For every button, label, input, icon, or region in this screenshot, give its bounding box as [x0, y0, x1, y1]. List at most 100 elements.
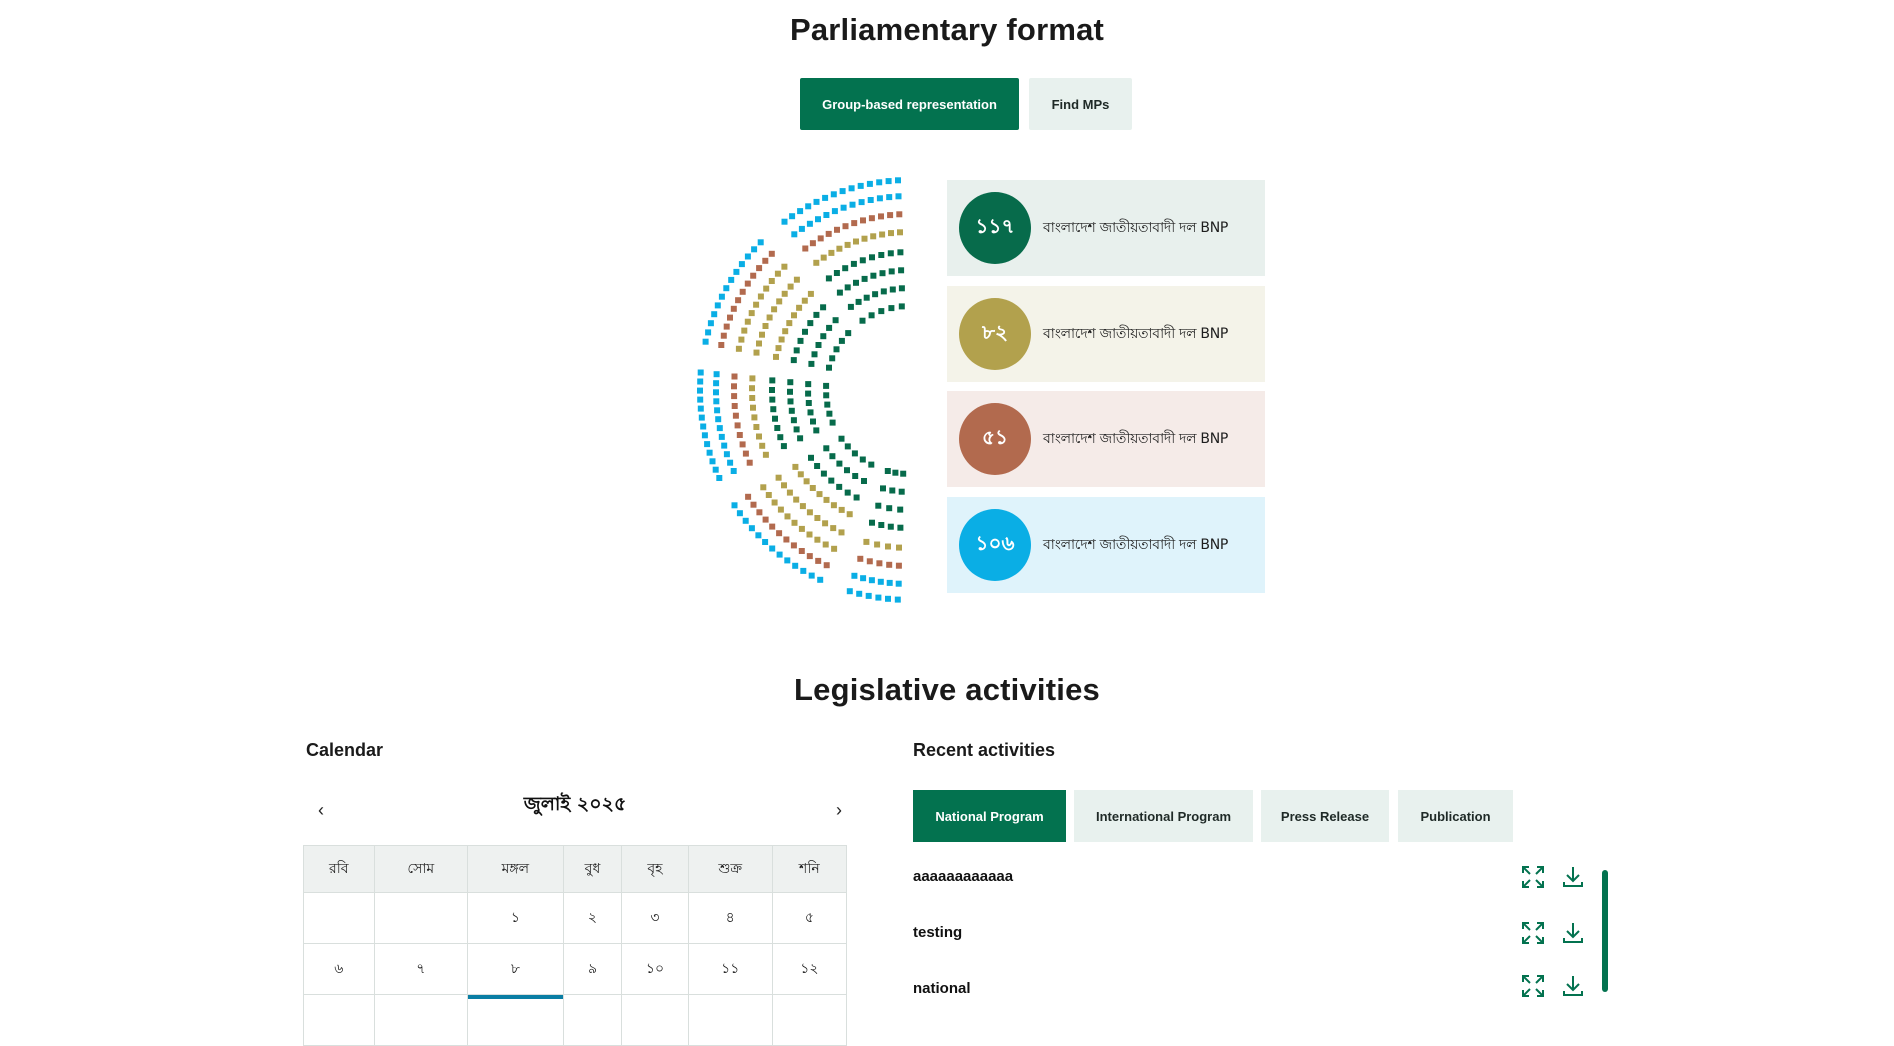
calendar-day[interactable]: ৬: [303, 943, 375, 995]
seat: [875, 502, 882, 509]
seat: [757, 239, 764, 246]
calendar-day[interactable]: ৪: [687, 892, 773, 944]
seat: [705, 329, 712, 336]
seat: [757, 293, 764, 300]
seat: [806, 553, 813, 560]
party-card-2[interactable]: ৮২ বাংলাদেশ জাতীয়তাবাদী দল BNP: [947, 286, 1265, 382]
calendar-day[interactable]: [687, 994, 773, 1046]
calendar-day[interactable]: ২: [562, 892, 623, 944]
calendar-grid: রবি সোম মঙ্গল বুধ বৃহ শুক্র শনি ১ ২ ৩ ৪ …: [303, 845, 848, 1046]
seat: [768, 278, 775, 284]
calendar-day[interactable]: [373, 994, 469, 1046]
calendar-day[interactable]: ১: [467, 892, 564, 944]
calendar-day[interactable]: ১০: [621, 943, 689, 995]
seat: [749, 385, 755, 392]
calendar-day[interactable]: [373, 892, 469, 944]
calendar-day[interactable]: [621, 994, 689, 1046]
seat: [766, 314, 773, 321]
seat: [866, 180, 873, 187]
seat: [895, 193, 902, 200]
seat: [731, 373, 738, 380]
seat: [815, 557, 822, 564]
calendar-day[interactable]: ১২: [771, 943, 848, 995]
seat: [791, 312, 797, 319]
calendar-day[interactable]: ৮: [467, 943, 564, 995]
calendar-day[interactable]: ১১: [687, 943, 773, 995]
download-icon[interactable]: [1560, 864, 1586, 890]
party-card-3[interactable]: ৫১ বাংলাদেশ জাতীয়তাবাদী দল BNP: [947, 391, 1265, 487]
calendar-day[interactable]: ৭: [373, 943, 469, 995]
tab-press-release[interactable]: Press Release: [1261, 790, 1389, 842]
party-card-4[interactable]: ১০৬ বাংলাদেশ জাতীয়তাবাদী দল BNP: [947, 497, 1265, 593]
seat: [731, 393, 738, 400]
seat: [823, 496, 830, 503]
calendar-day[interactable]: ৩: [621, 892, 689, 944]
seat: [775, 474, 782, 481]
seat: [791, 519, 798, 526]
seat: [718, 342, 725, 348]
calendar-day[interactable]: [303, 994, 375, 1046]
seat: [760, 484, 767, 491]
party-seat-count: ৮২: [959, 298, 1031, 370]
seat: [823, 562, 830, 569]
seat: [793, 496, 800, 503]
seat: [738, 336, 745, 343]
weekday-sun: রবি: [303, 845, 375, 893]
seat: [833, 270, 840, 276]
calendar-day-today[interactable]: [467, 994, 564, 1046]
seat: [814, 536, 821, 543]
tab-national-program[interactable]: National Program: [913, 790, 1066, 842]
download-icon[interactable]: [1560, 973, 1586, 999]
seat: [817, 235, 824, 242]
seat: [753, 349, 760, 356]
seat: [868, 577, 875, 584]
tab-group-based-representation[interactable]: Group-based representation: [800, 78, 1019, 130]
seat: [838, 337, 845, 344]
activity-item-title[interactable]: testing: [913, 924, 962, 941]
seat: [849, 201, 856, 208]
seat: [863, 538, 870, 545]
calendar-week-row: ১ ২ ৩ ৪ ৫: [303, 892, 848, 944]
seat: [847, 303, 854, 310]
calendar-day[interactable]: [771, 994, 848, 1046]
seat: [876, 179, 883, 186]
seat: [735, 297, 742, 304]
seat: [820, 470, 827, 477]
seat: [748, 525, 755, 532]
calendar-day[interactable]: ৫: [771, 892, 848, 944]
seat: [787, 388, 793, 395]
tab-publication[interactable]: Publication: [1398, 790, 1513, 842]
seat: [833, 346, 840, 353]
party-card-1[interactable]: ১১৭ বাংলাদেশ জাতীয়তাবাদী দল BNP: [947, 180, 1265, 276]
seat: [813, 259, 820, 266]
download-icon[interactable]: [1560, 920, 1586, 946]
activity-item-title[interactable]: national: [913, 980, 971, 997]
seat: [861, 275, 868, 282]
seat: [715, 416, 722, 423]
seat: [820, 333, 827, 340]
seat: [753, 301, 760, 308]
seat: [830, 191, 837, 198]
calendar-day[interactable]: ৯: [562, 943, 623, 995]
seat: [742, 450, 749, 457]
calendar-next-button[interactable]: ›: [836, 800, 842, 821]
recent-activities-label: Recent activities: [913, 740, 1056, 760]
seat: [896, 544, 902, 551]
seat: [772, 415, 778, 422]
activity-item-title[interactable]: aaaaaaaaaaaa: [913, 868, 1013, 885]
seat: [898, 303, 905, 310]
expand-icon[interactable]: [1520, 864, 1546, 890]
seat: [769, 387, 775, 393]
seat: [781, 482, 787, 489]
tab-find-mps[interactable]: Find MPs: [1029, 78, 1132, 130]
seat: [872, 291, 879, 298]
activities-scrollbar[interactable]: [1602, 870, 1608, 992]
expand-icon[interactable]: [1520, 973, 1546, 999]
seat: [808, 572, 815, 579]
calendar-day[interactable]: [562, 994, 623, 1046]
seat: [895, 177, 901, 184]
calendar-day[interactable]: [303, 892, 375, 944]
expand-icon[interactable]: [1520, 920, 1546, 946]
seat: [746, 459, 753, 466]
tab-international-program[interactable]: International Program: [1074, 790, 1253, 842]
